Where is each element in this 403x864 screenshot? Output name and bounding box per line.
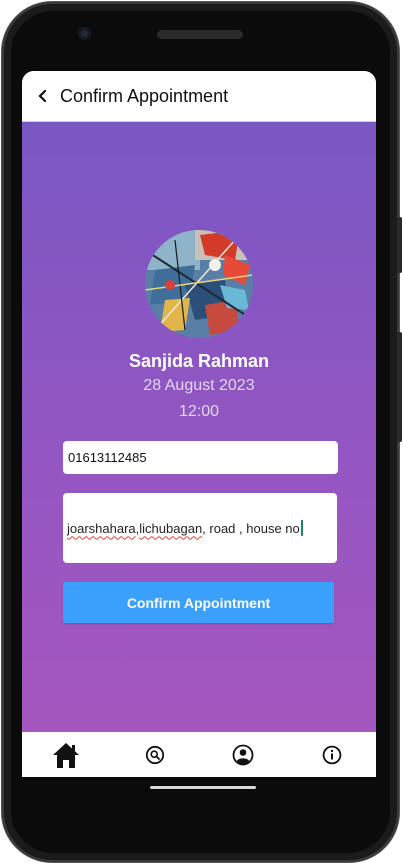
earpiece-speaker	[157, 30, 243, 39]
appointment-content: Sanjida Rahman 28 August 2023 12:00 0161…	[22, 122, 376, 732]
info-icon	[322, 745, 342, 764]
phone-number-field[interactable]: 01613112485	[63, 441, 338, 474]
home-indicator	[150, 786, 256, 789]
app-screen: Confirm Appointment Sanjida Rahman 28 Au…	[22, 71, 376, 777]
chevron-left-icon	[38, 89, 47, 103]
address-rest: , road , house no	[202, 520, 300, 536]
account-icon	[232, 744, 254, 765]
appointment-time: 12:00	[178, 403, 220, 420]
app-bar: Confirm Appointment	[22, 71, 376, 122]
home-icon	[53, 742, 80, 768]
doctor-name: Sanjida Rahman	[128, 351, 270, 371]
search-icon	[145, 745, 164, 764]
confirm-appointment-button[interactable]: Confirm Appointment	[63, 582, 334, 623]
appointment-date: 28 August 2023	[143, 377, 255, 394]
avatar	[145, 230, 253, 338]
text-cursor	[300, 520, 303, 536]
nav-search[interactable]	[125, 732, 185, 777]
avatar-image	[145, 230, 253, 338]
nav-home[interactable]	[36, 732, 96, 777]
address-word: joarshahara	[67, 520, 136, 536]
bottom-navigation	[22, 732, 376, 777]
power-button	[397, 332, 402, 442]
nav-info[interactable]	[302, 732, 362, 777]
back-button[interactable]	[26, 71, 60, 121]
nav-account[interactable]	[213, 732, 273, 777]
address-word: lichubagan	[139, 520, 203, 536]
volume-button	[397, 217, 402, 273]
front-camera	[78, 27, 91, 40]
address-field[interactable]: joarshahara, lichubagan , road , house n…	[63, 493, 337, 563]
page-title: Confirm Appointment	[60, 85, 229, 106]
phone-number-value: 01613112485	[68, 450, 147, 465]
